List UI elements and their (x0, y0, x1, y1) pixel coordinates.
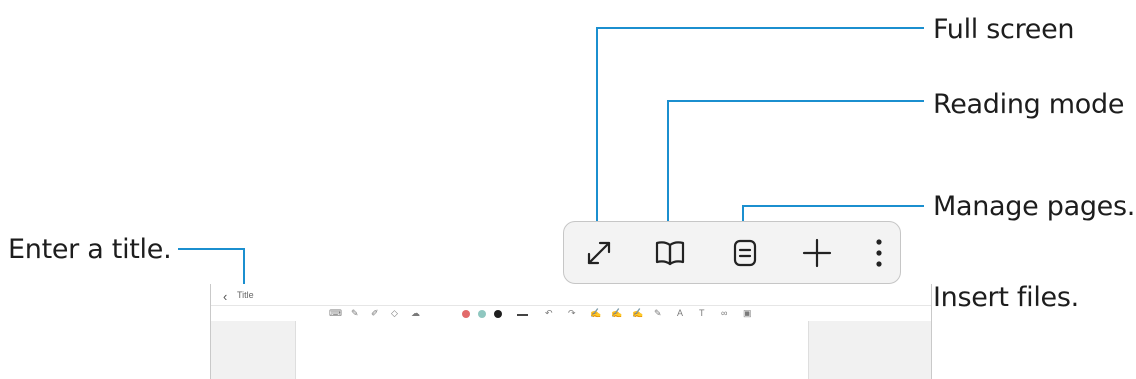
lasso-icon[interactable]: ☁ (411, 309, 420, 318)
open-book-icon (655, 240, 685, 265)
more-vertical-icon (876, 238, 882, 267)
page-list-icon (733, 239, 757, 266)
more-options-button[interactable] (867, 231, 891, 275)
notes-editor-screen: ‹ Title ⌨ ✎ ✐ ◇ ☁ ↶ ↷ ✍ ✍ ✍ ✎ A T ∞ ▣ (210, 284, 932, 379)
note-page-canvas[interactable] (295, 321, 809, 379)
callout-full-screen: Full screen (933, 14, 1075, 45)
pen-color-black[interactable] (494, 310, 502, 318)
note-title-field[interactable]: Title (237, 291, 254, 300)
pen-color-teal[interactable] (478, 310, 486, 318)
callout-enter-title: Enter a title. (8, 234, 172, 265)
pen-style-2-icon[interactable]: ✍ (611, 309, 622, 318)
leader-enter-title-h (178, 248, 245, 250)
keyboard-icon[interactable]: ⌨ (329, 309, 342, 318)
attach-icon[interactable]: ▣ (743, 309, 752, 318)
leader-full-screen-h (596, 27, 924, 29)
editor-header: ‹ Title ⌨ ✎ ✐ ◇ ☁ ↶ ↷ ✍ ✍ ✍ ✎ A T ∞ ▣ (211, 284, 931, 321)
callout-manage-pages: Manage pages. (933, 191, 1136, 222)
link-icon[interactable]: ∞ (721, 309, 727, 318)
highlighter-icon[interactable]: ✐ (371, 309, 379, 318)
redo-icon[interactable]: ↷ (568, 309, 576, 318)
insert-files-button[interactable] (795, 231, 839, 275)
expand-diagonal-icon (587, 241, 611, 264)
text-style-icon[interactable]: A (677, 309, 683, 318)
pen-color-red[interactable] (462, 310, 470, 318)
marker-icon[interactable]: ✎ (654, 309, 662, 318)
leader-reading-mode-h (667, 100, 924, 102)
pen-toolbar: ⌨ ✎ ✐ ◇ ☁ ↶ ↷ ✍ ✍ ✍ ✎ A T ∞ ▣ (211, 305, 931, 321)
plus-icon (802, 238, 832, 267)
pen-style-3-icon[interactable]: ✍ (632, 309, 643, 318)
reading-mode-button[interactable] (648, 231, 692, 275)
pen-style-1-icon[interactable]: ✍ (590, 309, 601, 318)
eraser-icon[interactable]: ◇ (391, 309, 398, 318)
back-arrow-icon[interactable]: ‹ (223, 290, 227, 303)
text-box-icon[interactable]: T (699, 309, 705, 318)
page-options-toolbar (563, 221, 901, 284)
callout-reading-mode: Reading mode (933, 89, 1125, 120)
stroke-width-icon[interactable] (517, 314, 528, 316)
callout-insert-files: Insert files. (933, 282, 1079, 313)
undo-icon[interactable]: ↶ (545, 309, 553, 318)
full-screen-button[interactable] (577, 231, 621, 275)
pen-icon[interactable]: ✎ (351, 309, 359, 318)
manage-pages-button[interactable] (723, 231, 767, 275)
leader-manage-pages-h (742, 205, 924, 207)
